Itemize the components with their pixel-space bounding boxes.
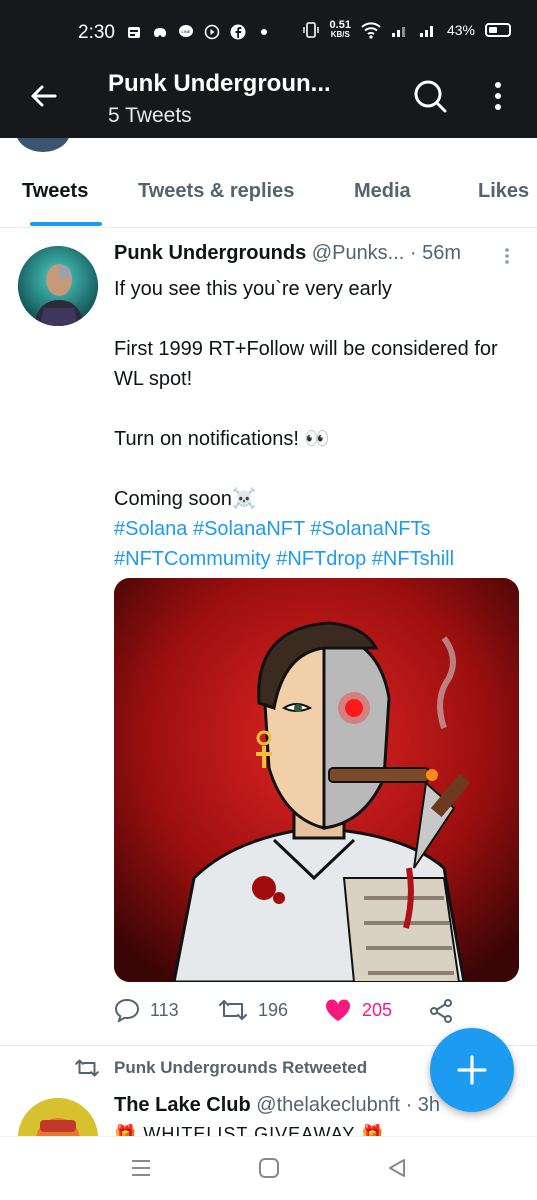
avatar-image [18, 246, 98, 326]
heart-filled-icon [325, 999, 351, 1021]
play-circle-icon [204, 24, 220, 40]
avatar[interactable] [18, 246, 98, 326]
tab-likes[interactable]: Likes [478, 180, 529, 203]
notification-icons: LINE [126, 24, 272, 40]
nft-artwork [114, 578, 519, 982]
tweet-line: Coming soon☠️ [114, 488, 257, 510]
svg-text:LINE: LINE [182, 29, 191, 34]
author-name[interactable]: The Lake Club [114, 1094, 251, 1116]
battery-percent: 43% [446, 22, 475, 38]
tweet-line: If you see this you`re very early [114, 278, 392, 300]
tweet[interactable]: Punk Undergrounds @Punks... · 56m If you… [0, 228, 537, 1046]
tweet-actions: 113 196 205 [114, 998, 524, 1028]
share-icon [430, 999, 452, 1023]
home-icon[interactable] [258, 1157, 280, 1179]
more-options-icon[interactable] [488, 80, 508, 112]
tweet-line: Turn on notifications! 👀 [114, 428, 330, 450]
author-handle[interactable]: @thelakeclubnft [256, 1094, 400, 1116]
back-arrow-icon[interactable] [28, 80, 60, 112]
page-title: Punk Undergroun... [108, 70, 331, 97]
system-icons: 0.51 KB/S 43% [302, 20, 511, 40]
header-titles: Punk Undergroun... 5 Tweets [108, 70, 331, 128]
retweet-count: 196 [258, 999, 289, 1020]
net-speed-unit: KB/S [330, 30, 350, 39]
status-bar: 2:30 LINE 0.51 KB/S 43% [0, 0, 537, 66]
tweet-line: First 1999 RT+Follow will be considered … [114, 338, 498, 390]
tweet-text: If you see this you`re very early First … [114, 274, 524, 574]
retweeted-by-label[interactable]: Punk Undergrounds Retweeted [114, 1058, 367, 1078]
like-button[interactable]: 205 [324, 998, 392, 1022]
status-time: 2:30 [78, 22, 115, 43]
calendar-icon [128, 27, 140, 38]
wifi-icon [361, 22, 381, 39]
reply-icon [114, 998, 140, 1022]
tweet-header: The Lake Club @thelakeclubnft · 3h [114, 1094, 440, 1117]
tweet-line: 🎁 WHITELIST GIVEAWAY 🎁 [114, 1124, 385, 1136]
plus-icon [457, 1055, 487, 1085]
profile-peek [0, 138, 537, 152]
tab-media[interactable]: Media [354, 180, 411, 203]
tab-tweets-replies[interactable]: Tweets & replies [138, 180, 294, 203]
tab-tweets[interactable]: Tweets [22, 180, 88, 203]
hashtags[interactable]: #Solana #SolanaNFT #SolanaNFTs [114, 514, 524, 544]
game-icon [154, 28, 166, 37]
net-speed: 0.51 KB/S [330, 20, 351, 40]
dot-icon [261, 29, 267, 35]
author-name[interactable]: Punk Undergrounds [114, 242, 306, 264]
profile-tabs: Tweets Tweets & replies Media Likes [0, 152, 537, 228]
tweet-time: · 56m [409, 242, 462, 264]
share-button[interactable] [428, 998, 454, 1024]
reply-button[interactable]: 113 [114, 998, 179, 1022]
facebook-icon [230, 24, 246, 40]
active-tab-indicator [30, 222, 102, 226]
signal-icon [391, 27, 405, 37]
back-nav-icon[interactable] [386, 1157, 408, 1179]
reply-count: 113 [150, 999, 179, 1020]
battery-icon [485, 23, 511, 37]
compose-tweet-button[interactable] [430, 1028, 514, 1112]
net-speed-value: 0.51 [329, 19, 351, 31]
search-icon[interactable] [412, 78, 448, 114]
author-handle[interactable]: @Punks... [312, 242, 405, 264]
line-app-icon: LINE [179, 25, 193, 37]
tweet-count: 5 Tweets [108, 104, 192, 127]
tweet-more-icon[interactable] [500, 246, 514, 266]
system-nav-bar [0, 1136, 537, 1200]
avatar-image [18, 1098, 98, 1136]
hashtags[interactable]: #NFTCommumity #NFTdrop #NFTshill [114, 544, 524, 574]
retweet-button[interactable]: 196 [218, 998, 288, 1022]
vibrate-icon [302, 22, 319, 38]
profile-avatar-peek [16, 138, 70, 152]
like-count: 205 [362, 999, 393, 1020]
profile-header: Punk Undergroun... 5 Tweets [0, 66, 537, 138]
recent-apps-icon[interactable] [130, 1157, 152, 1179]
retweet-icon [75, 1059, 99, 1077]
avatar[interactable] [18, 1098, 98, 1136]
retweeted-by: Punk Undergrounds Retweeted [74, 1058, 367, 1078]
tweet-image[interactable] [114, 578, 519, 982]
signal-icon-2 [419, 26, 433, 37]
retweet-icon [219, 1000, 247, 1020]
tweet-header: Punk Undergrounds @Punks... · 56m [114, 242, 461, 265]
tweet-time: · 3h [405, 1094, 441, 1116]
